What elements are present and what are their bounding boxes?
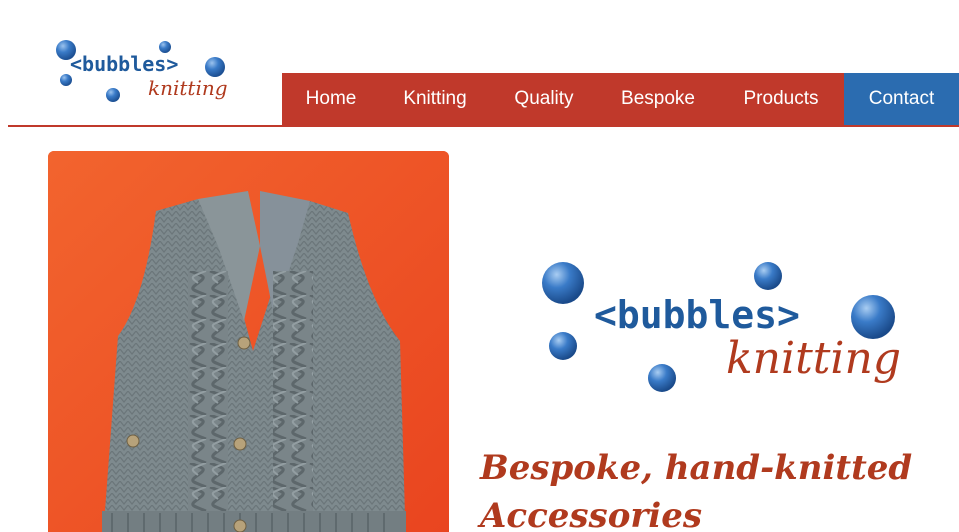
hero-logo-brand-text: <bubbles> <box>594 293 800 337</box>
site-header: <bubbles> knitting Home Knitting Quality… <box>0 0 959 130</box>
nav-home[interactable]: Home <box>282 73 380 125</box>
logo-sub-text: knitting <box>148 76 228 100</box>
nav-contact-label: Contact <box>868 88 935 109</box>
nav-quality[interactable]: Quality <box>490 73 598 125</box>
waistcoat-photo <box>48 151 449 532</box>
nav-home-label: Home <box>305 88 357 109</box>
nav-products-label: Products <box>743 88 819 109</box>
nav-products[interactable]: Products <box>718 73 844 125</box>
site-logo[interactable]: <bubbles> knitting <box>52 36 232 108</box>
main-nav: Home Knitting Quality Bespoke Products C… <box>282 73 959 125</box>
hero-logo-sub-text: knitting <box>726 333 901 384</box>
logo-brand-text: <bubbles> <box>70 52 178 76</box>
nav-quality-label: Quality <box>514 88 574 109</box>
nav-contact[interactable]: Contact <box>844 73 959 125</box>
bubble-icon <box>542 262 584 304</box>
bubble-icon <box>106 88 120 102</box>
bubble-icon <box>648 364 676 392</box>
nav-bespoke[interactable]: Bespoke <box>598 73 718 125</box>
bubble-icon <box>754 262 782 290</box>
nav-knitting-label: Knitting <box>403 88 467 109</box>
page-title: Bespoke, hand-knitted Accessories <box>480 448 913 532</box>
nav-knitting[interactable]: Knitting <box>380 73 490 125</box>
nav-bespoke-label: Bespoke <box>621 88 695 109</box>
hero-logo: <bubbles> knitting <box>530 255 910 405</box>
header-divider <box>8 125 959 127</box>
bubble-icon <box>549 332 577 360</box>
bubble-icon <box>205 57 225 77</box>
